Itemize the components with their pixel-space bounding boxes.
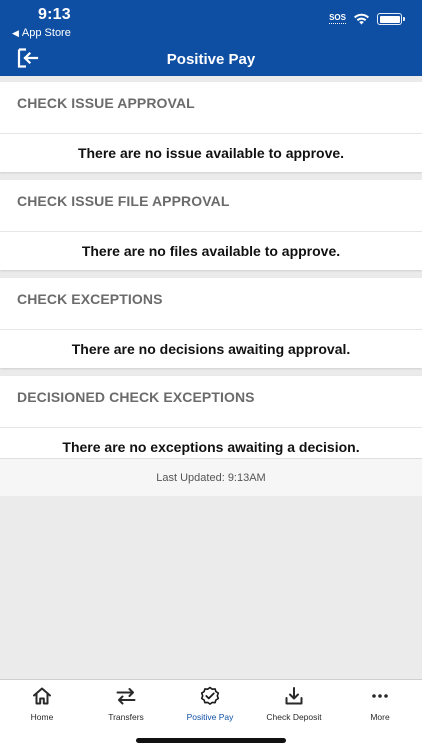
section-title: CHECK ISSUE FILE APPROVAL — [0, 180, 422, 232]
transfer-arrows-icon — [116, 688, 136, 705]
back-triangle-icon: ◀ — [12, 27, 19, 38]
tab-more[interactable]: More — [338, 686, 422, 726]
status-time: 9:13 — [38, 6, 71, 23]
section-title: CHECK EXCEPTIONS — [0, 278, 422, 330]
more-dots-icon — [372, 694, 388, 698]
wifi-icon — [354, 13, 369, 25]
tab-home-label: Home — [30, 712, 54, 722]
verified-badge-icon — [200, 686, 220, 705]
home-indicator — [136, 738, 286, 743]
page-title: Positive Pay — [166, 51, 256, 68]
tab-positive-pay-label: Positive Pay — [186, 712, 234, 722]
section-empty-message: There are no files available to approve. — [81, 243, 341, 259]
check-issue-approval-section: CHECK ISSUE APPROVAL There are no issue … — [0, 82, 422, 172]
decisioned-check-exceptions-section: DECISIONED CHECK EXCEPTIONS There are no… — [0, 376, 422, 466]
positive-pay-content: CHECK ISSUE APPROVAL There are no issue … — [0, 76, 422, 466]
back-to-app-store-label: App Store — [21, 27, 71, 39]
section-title: CHECK ISSUE APPROVAL — [0, 82, 422, 134]
app-header: 9:13 ◀ App Store SOS Positive Pay — [0, 0, 422, 76]
last-updated-bar: Last Updated: 9:13AM — [0, 458, 422, 496]
tab-more-label: More — [370, 712, 390, 722]
tab-check-deposit[interactable]: Check Deposit — [252, 686, 336, 726]
status-indicators: SOS — [329, 13, 405, 25]
tab-positive-pay[interactable]: Positive Pay — [168, 686, 252, 726]
section-title: DECISIONED CHECK EXCEPTIONS — [0, 376, 422, 428]
back-to-app-store[interactable]: ◀ App Store — [12, 27, 71, 39]
download-icon — [285, 687, 303, 705]
section-empty-message: There are no decisions awaiting approval… — [71, 341, 351, 357]
tab-home[interactable]: Home — [0, 686, 84, 726]
check-exceptions-section: CHECK EXCEPTIONS There are no decisions … — [0, 278, 422, 368]
home-icon — [33, 687, 51, 705]
sos-indicator: SOS — [329, 13, 346, 24]
tab-transfers[interactable]: Transfers — [84, 686, 168, 726]
section-empty-message: There are no issue available to approve. — [77, 145, 345, 161]
check-issue-file-approval-section: CHECK ISSUE FILE APPROVAL There are no f… — [0, 180, 422, 270]
tab-transfers-label: Transfers — [108, 712, 144, 722]
tab-check-deposit-label: Check Deposit — [266, 712, 322, 722]
battery-icon — [377, 13, 405, 25]
last-updated-text: Last Updated: 9:13AM — [156, 471, 266, 484]
